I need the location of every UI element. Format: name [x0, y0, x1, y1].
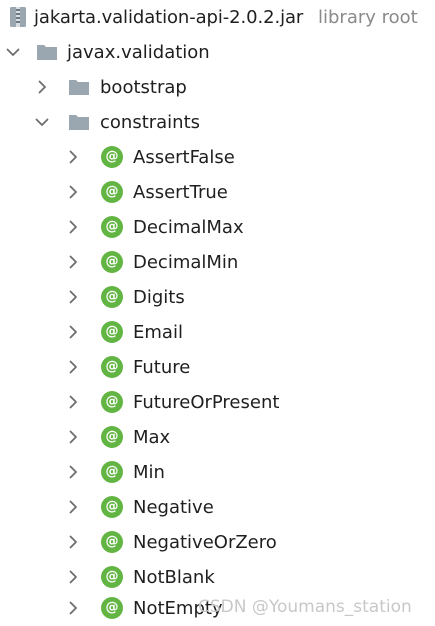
tree-row-annotation[interactable]: @ NegativeOrZero — [0, 525, 435, 560]
library-root-suffix: library root — [318, 7, 418, 28]
chevron-right-icon[interactable] — [64, 533, 82, 551]
tree-row-annotation[interactable]: @ NotBlank — [0, 560, 435, 595]
annotation-label: Min — [133, 462, 165, 483]
chevron-right-icon[interactable] — [64, 358, 82, 376]
chevron-down-icon[interactable] — [4, 43, 22, 61]
annotation-icon: @ — [101, 356, 123, 378]
annotation-label: Max — [133, 427, 171, 448]
annotation-label: Negative — [133, 497, 214, 518]
chevron-right-icon[interactable] — [64, 218, 82, 236]
chevron-right-icon[interactable] — [64, 599, 82, 617]
chevron-right-icon[interactable] — [64, 463, 82, 481]
tree-row-annotation[interactable]: @ FutureOrPresent — [0, 385, 435, 420]
chevron-right-icon[interactable] — [64, 323, 82, 341]
tree-row-annotation[interactable]: @ DecimalMin — [0, 245, 435, 280]
package-folder-icon — [68, 78, 90, 96]
tree-row-annotation[interactable]: @ Max — [0, 420, 435, 455]
annotation-icon: @ — [101, 321, 123, 343]
annotation-label: Email — [133, 322, 183, 343]
annotation-label: Future — [133, 357, 191, 378]
annotation-label: Digits — [133, 287, 185, 308]
chevron-right-icon[interactable] — [64, 498, 82, 516]
annotation-icon: @ — [101, 461, 123, 483]
tree-row-annotation[interactable]: @ Negative — [0, 490, 435, 525]
annotation-label: DecimalMax — [133, 217, 244, 238]
chevron-right-icon[interactable] — [64, 148, 82, 166]
chevron-right-icon[interactable] — [64, 288, 82, 306]
tree-row-annotation[interactable]: @ AssertTrue — [0, 175, 435, 210]
annotation-icon: @ — [101, 597, 123, 619]
jar-archive-icon — [8, 6, 28, 28]
tree-row-annotation[interactable]: @ Digits — [0, 280, 435, 315]
annotation-icon: @ — [101, 216, 123, 238]
annotation-label: AssertTrue — [133, 182, 228, 203]
chevron-right-icon[interactable] — [64, 568, 82, 586]
annotation-icon: @ — [101, 566, 123, 588]
annotation-icon: @ — [101, 146, 123, 168]
library-root-label: jakarta.validation-api-2.0.2.jar — [34, 7, 304, 28]
tree-row-library-root[interactable]: jakarta.validation-api-2.0.2.jar library… — [0, 0, 435, 35]
annotation-label: NegativeOrZero — [133, 532, 277, 553]
annotation-icon: @ — [101, 426, 123, 448]
tree-row-package-javax-validation[interactable]: javax.validation — [0, 35, 435, 70]
project-tree: jakarta.validation-api-2.0.2.jar library… — [0, 0, 435, 626]
annotation-icon: @ — [101, 251, 123, 273]
annotation-label: FutureOrPresent — [133, 392, 280, 413]
chevron-right-icon[interactable] — [64, 253, 82, 271]
annotation-icon: @ — [101, 531, 123, 553]
tree-row-annotation[interactable]: @ Min — [0, 455, 435, 490]
chevron-right-icon[interactable] — [64, 393, 82, 411]
tree-row-annotation[interactable]: @ DecimalMax — [0, 210, 435, 245]
chevron-down-icon[interactable] — [33, 113, 51, 131]
tree-row-subpackage-bootstrap[interactable]: bootstrap — [0, 70, 435, 105]
chevron-right-icon[interactable] — [64, 183, 82, 201]
watermark: CSDN @Youmans_station — [198, 597, 412, 617]
tree-row-annotation[interactable]: @ AssertFalse — [0, 140, 435, 175]
tree-row-subpackage-constraints[interactable]: constraints — [0, 105, 435, 140]
annotation-label: NotBlank — [133, 567, 215, 588]
chevron-right-icon[interactable] — [33, 78, 51, 96]
tree-row-annotation[interactable]: @ Future — [0, 350, 435, 385]
package-folder-icon — [68, 113, 90, 131]
subpackage-label: bootstrap — [100, 77, 187, 98]
annotation-label: DecimalMin — [133, 252, 239, 273]
subpackage-label: constraints — [100, 112, 201, 133]
chevron-right-icon[interactable] — [64, 428, 82, 446]
annotation-icon: @ — [101, 181, 123, 203]
annotation-icon: @ — [101, 496, 123, 518]
annotation-label: AssertFalse — [133, 147, 235, 168]
tree-row-annotation[interactable]: @ Email — [0, 315, 435, 350]
package-label: javax.validation — [67, 42, 210, 63]
package-folder-icon — [36, 43, 58, 61]
annotation-icon: @ — [101, 286, 123, 308]
annotation-icon: @ — [101, 391, 123, 413]
